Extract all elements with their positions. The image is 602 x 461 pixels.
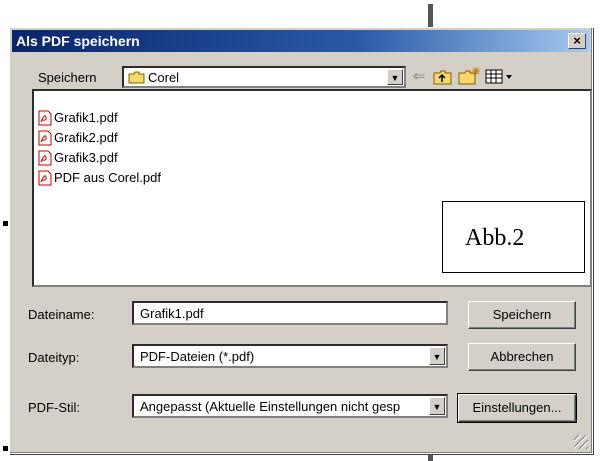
up-folder-icon[interactable] (433, 69, 453, 86)
list-item[interactable]: Grafik2.pdf (38, 129, 118, 147)
filetype-dropdown[interactable]: PDF-Dateien (*.pdf) ▼ (132, 344, 448, 368)
file-name: Grafik1.pdf (54, 110, 118, 125)
background-mark (3, 221, 8, 226)
list-item[interactable]: Grafik1.pdf (38, 109, 118, 127)
filename-label: Dateiname: (28, 307, 95, 322)
pdf-file-icon (38, 150, 52, 166)
resize-grip-icon[interactable] (574, 435, 588, 449)
annotation-label: Abb.2 (442, 201, 585, 273)
file-name: PDF aus Corel.pdf (54, 170, 161, 185)
save-in-value: Corel (148, 70, 180, 85)
background-mark (428, 454, 433, 461)
back-arrow-icon[interactable]: ⇐ (408, 67, 430, 87)
filename-value: Grafik1.pdf (140, 306, 204, 321)
background-mark (3, 446, 8, 451)
pdf-file-icon (38, 170, 52, 186)
pdf-file-icon (38, 110, 52, 126)
cancel-button[interactable]: Abbrechen (468, 343, 576, 371)
file-list[interactable]: Grafik1.pdf Grafik2.pdf Grafik3.pdf PDF … (32, 89, 592, 287)
dialog-title: Als PDF speichern (16, 33, 140, 49)
filename-field[interactable]: Grafik1.pdf (132, 301, 448, 325)
view-menu-icon[interactable] (485, 69, 515, 85)
folder-icon (128, 71, 145, 84)
save-in-dropdown[interactable]: Corel ▼ (122, 66, 406, 88)
file-name: Grafik3.pdf (54, 150, 118, 165)
chevron-down-icon[interactable]: ▼ (387, 69, 403, 85)
chevron-down-icon[interactable]: ▼ (429, 347, 445, 365)
new-folder-icon[interactable] (458, 66, 480, 86)
title-bar: Als PDF speichern × (12, 30, 590, 52)
close-button[interactable]: × (568, 33, 586, 49)
list-item[interactable]: Grafik3.pdf (38, 149, 118, 167)
background-mark (428, 4, 433, 27)
save-as-pdf-dialog: Als PDF speichern × Speichern Corel ▼ ⇐ … (9, 27, 593, 454)
settings-button[interactable]: Einstellungen... (457, 393, 577, 423)
pdf-style-dropdown[interactable]: Angepasst (Aktuelle Einstellungen nicht … (132, 394, 448, 418)
filetype-label: Dateityp: (28, 350, 80, 365)
save-in-label: Speichern (38, 70, 97, 85)
save-button[interactable]: Speichern (468, 301, 576, 329)
list-item[interactable]: PDF aus Corel.pdf (38, 169, 161, 187)
file-name: Grafik2.pdf (54, 130, 118, 145)
pdf-style-label: PDF-Stil: (28, 400, 80, 415)
pdf-style-value: Angepasst (Aktuelle Einstellungen nicht … (140, 399, 401, 414)
filetype-value: PDF-Dateien (*.pdf) (140, 349, 255, 364)
pdf-file-icon (38, 130, 52, 146)
chevron-down-icon[interactable]: ▼ (429, 397, 445, 415)
